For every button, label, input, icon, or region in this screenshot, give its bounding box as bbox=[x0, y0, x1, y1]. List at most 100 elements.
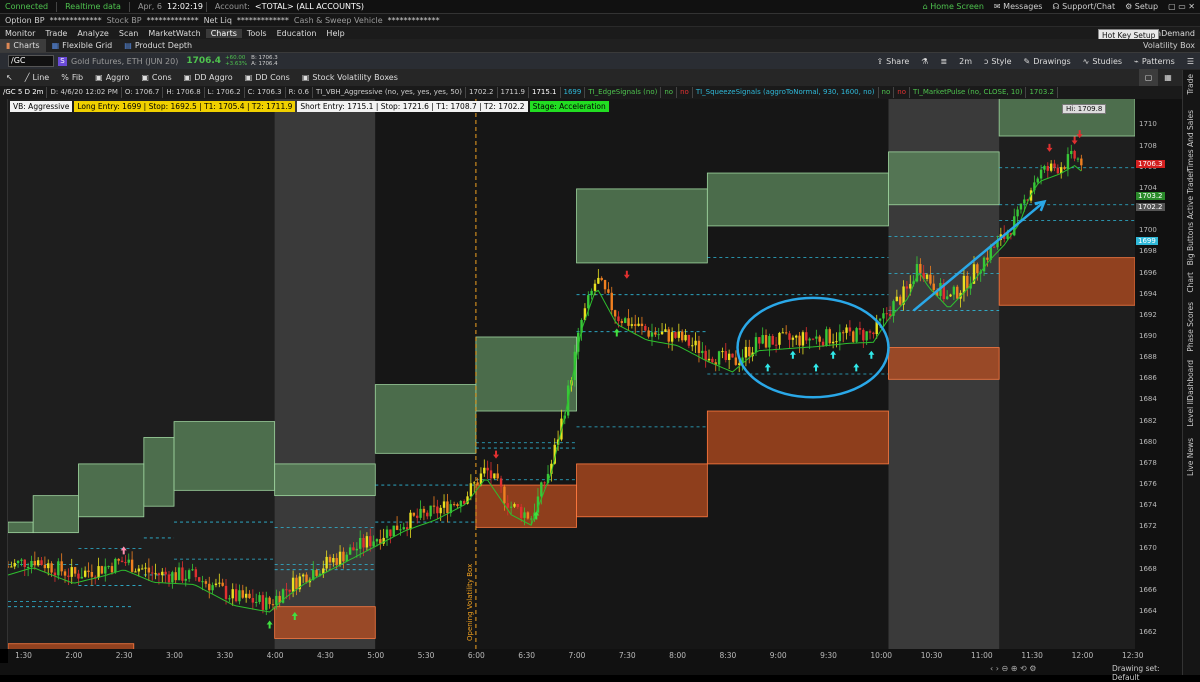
menu-monitor[interactable]: Monitor bbox=[0, 29, 40, 38]
menu-marketwatch[interactable]: MarketWatch bbox=[143, 29, 205, 38]
line-tool[interactable]: ╱ Line bbox=[19, 69, 56, 86]
home-screen-button[interactable]: ⌂ Home Screen bbox=[918, 2, 989, 11]
cons-tool[interactable]: ▣ Cons bbox=[135, 69, 177, 86]
candle-body bbox=[768, 336, 771, 348]
time-tick-label: 9:00 bbox=[769, 651, 787, 660]
account-selector[interactable]: <TOTAL> (ALL ACCOUNTS) bbox=[255, 2, 364, 11]
candle-body bbox=[325, 556, 328, 569]
time-tick-label: 11:00 bbox=[971, 651, 993, 660]
setup-button[interactable]: ⚙ Setup bbox=[1120, 2, 1163, 11]
candle-body bbox=[365, 536, 369, 548]
candle-body bbox=[667, 329, 670, 342]
candle-body bbox=[30, 560, 33, 567]
candle-body bbox=[872, 332, 875, 335]
layout-grid-icon[interactable]: ▦ bbox=[1158, 69, 1178, 86]
candle-body bbox=[949, 294, 952, 297]
side-tab-big-buttons[interactable]: Big Buttons bbox=[1186, 222, 1195, 265]
menu-trade[interactable]: Trade bbox=[40, 29, 72, 38]
patterns-button[interactable]: ⌁ Patterns bbox=[1128, 53, 1181, 69]
candle-body bbox=[255, 601, 258, 603]
menu-scan[interactable]: Scan bbox=[114, 29, 143, 38]
menu-education[interactable]: Education bbox=[272, 29, 322, 38]
share-button[interactable]: ⇪ Share bbox=[870, 53, 915, 69]
side-tab-times-and-sales[interactable]: Times And Sales bbox=[1186, 110, 1195, 172]
study-edge[interactable]: TI_EdgeSignals (no) bbox=[585, 87, 662, 98]
candle-body bbox=[724, 351, 727, 360]
side-tab-trade[interactable]: Trade bbox=[1186, 74, 1195, 95]
candle-body bbox=[1066, 154, 1070, 169]
price-tick-label: 1698 bbox=[1139, 247, 1157, 256]
candle-body bbox=[412, 512, 416, 516]
candle-body bbox=[486, 467, 489, 471]
nav-controls[interactable]: ‹ › ⊖ ⊕ ⟲ ⚙ bbox=[990, 664, 1036, 673]
tab-product-depth[interactable]: ▤ Product Depth bbox=[118, 39, 198, 52]
studies-button[interactable]: ∿ Studies bbox=[1077, 53, 1128, 69]
candle-body bbox=[684, 334, 687, 341]
price-tick-label: 1678 bbox=[1139, 458, 1157, 467]
candle-body bbox=[315, 570, 318, 576]
price-tick-label: 1666 bbox=[1139, 585, 1157, 594]
candle-body bbox=[778, 332, 781, 345]
study-high: H: 1706.8 bbox=[163, 87, 205, 98]
candle-body bbox=[711, 358, 714, 363]
side-tab-active-trader[interactable]: Active Trader bbox=[1186, 170, 1195, 219]
opening-volatility-label: Opening Volatility Box bbox=[466, 564, 474, 641]
cursor-tool[interactable]: ↖ bbox=[0, 69, 19, 86]
flask-button[interactable]: ⚗ bbox=[915, 53, 934, 69]
candle-body bbox=[211, 585, 214, 591]
menu-analyze[interactable]: Analyze bbox=[72, 29, 114, 38]
candle-body bbox=[114, 558, 117, 573]
study-marketpulse[interactable]: TI_MarketPulse (no, CLOSE, 10) bbox=[910, 87, 1027, 98]
fib-tool[interactable]: % Fib bbox=[55, 69, 89, 86]
timeframe-selector[interactable]: 2m bbox=[953, 53, 978, 69]
side-tab-dashboard[interactable]: Dashboard bbox=[1186, 360, 1195, 401]
symbol-input[interactable]: /GC bbox=[8, 55, 54, 67]
aggro-tool[interactable]: ▣ Aggro bbox=[89, 69, 135, 86]
candle-body bbox=[744, 346, 748, 358]
candle-body bbox=[218, 582, 221, 584]
candle-body bbox=[607, 289, 610, 293]
candle-body bbox=[476, 482, 479, 485]
candle-body bbox=[1076, 158, 1080, 160]
study-vbh[interactable]: TI_VBH_Aggressive (no, yes, yes, yes, 50… bbox=[313, 87, 466, 98]
menu-charts[interactable]: Charts bbox=[205, 28, 242, 38]
dd-aggro-tool[interactable]: ▣ DD Aggro bbox=[178, 69, 239, 86]
candle-body bbox=[748, 346, 751, 357]
side-tab-chart[interactable]: Chart bbox=[1186, 272, 1195, 293]
candle-body bbox=[167, 574, 171, 583]
candle-body bbox=[147, 567, 151, 573]
candle-body bbox=[597, 277, 600, 284]
dd-cons-tool[interactable]: ▣ DD Cons bbox=[239, 69, 296, 86]
side-tab-level-ii[interactable]: Level II bbox=[1186, 400, 1195, 427]
candle-body bbox=[858, 328, 862, 330]
layout-single-icon[interactable]: ▢ bbox=[1138, 69, 1159, 86]
study-squeeze[interactable]: TI_SqueezeSignals (aggroToNormal, 930, 1… bbox=[693, 87, 879, 98]
candle-body bbox=[177, 567, 181, 581]
side-tab-live-news[interactable]: Live News bbox=[1186, 438, 1195, 476]
time-axis[interactable]: 1:30 2:00 2:30 3:00 3:30 4:00 4:30 5:00 5:30 6:00… bbox=[8, 649, 1182, 663]
percent-change: +3.63% bbox=[225, 61, 248, 67]
candle-body bbox=[825, 329, 828, 346]
menu-help[interactable]: Help bbox=[321, 29, 349, 38]
drawings-button[interactable]: ✎ Drawings bbox=[1018, 53, 1077, 69]
candle-body bbox=[966, 275, 969, 289]
price-chart[interactable]: Opening Volatility Box VB: Aggressive Lo… bbox=[8, 99, 1135, 649]
window-controls[interactable]: ▢ ▭ ✕ bbox=[1163, 2, 1200, 11]
support-chat-button[interactable]: ☊ Support/Chat bbox=[1047, 2, 1120, 11]
left-collapse-strip[interactable] bbox=[0, 99, 8, 649]
style-button[interactable]: ↄ Style bbox=[978, 53, 1018, 69]
tab-charts[interactable]: ▮ Charts bbox=[0, 39, 46, 52]
messages-button[interactable]: ✉ Messages bbox=[989, 2, 1047, 11]
list-button[interactable]: ≣ bbox=[934, 53, 953, 69]
chart-canvas[interactable]: Opening Volatility Box bbox=[8, 99, 1135, 649]
tab-flexible-grid[interactable]: ▦ Flexible Grid bbox=[46, 39, 119, 52]
candle-body bbox=[727, 353, 731, 360]
side-tab-phase-scores[interactable]: Phase Scores bbox=[1186, 302, 1195, 352]
stock-volatility-boxes-tool[interactable]: ▣ Stock Volatility Boxes bbox=[296, 69, 404, 86]
menu-tools[interactable]: Tools bbox=[242, 29, 272, 38]
price-axis[interactable]: 1662 1664 1666 1668 1670 1672 1674 1676 1678 1680… bbox=[1135, 99, 1182, 649]
edge-signal-arrow-down bbox=[1046, 143, 1053, 152]
menu-icon[interactable]: ☰ bbox=[1181, 53, 1200, 69]
green-volatility-box bbox=[374, 384, 477, 454]
candle-body bbox=[442, 501, 446, 508]
